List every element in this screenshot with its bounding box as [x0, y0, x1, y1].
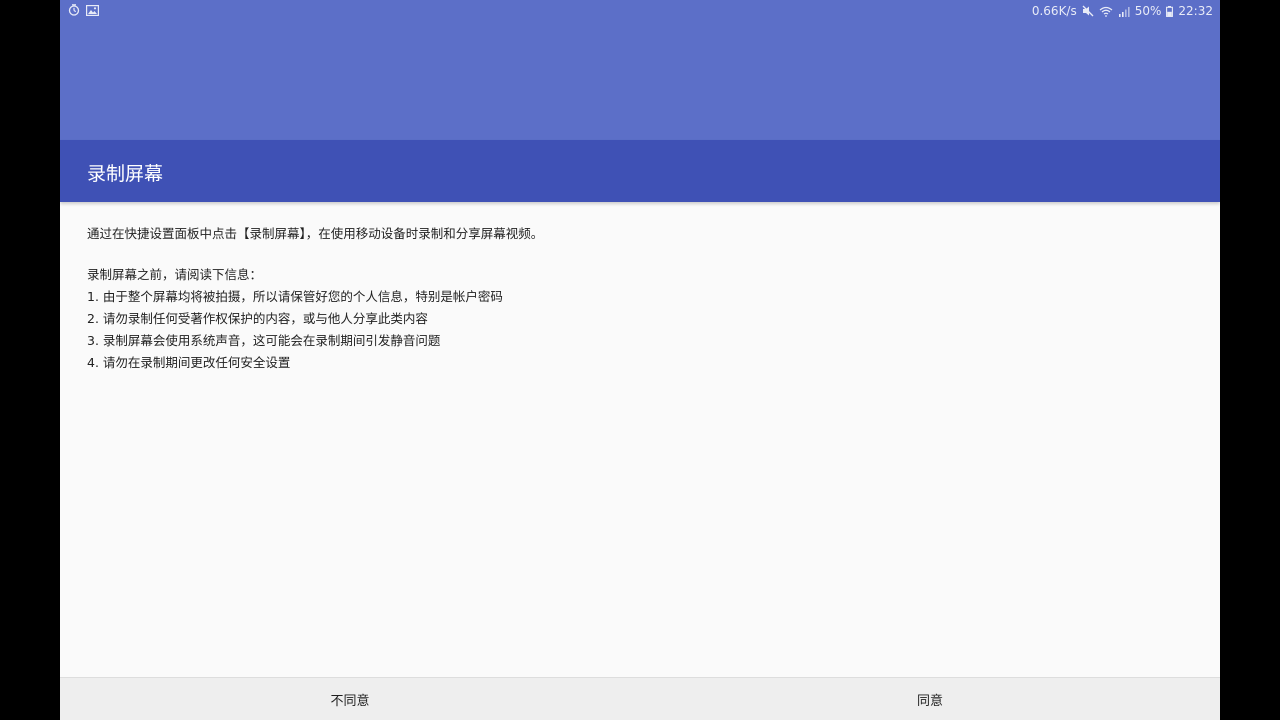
clock: 22:32	[1178, 4, 1213, 18]
battery-percent: 50%	[1134, 4, 1162, 18]
status-bar: 0.66K/s 50% 22:32	[60, 0, 1220, 24]
screen: 0.66K/s 50% 22:32 录制屏幕 通过在快捷设置面板中点击【录制屏幕…	[60, 0, 1220, 720]
page-title: 录制屏幕	[87, 163, 164, 185]
content: 通过在快捷设置面板中点击【录制屏幕】，在使用移动设备时录制和分享屏幕视频。 录制…	[87, 224, 1187, 374]
signal-icon	[1118, 6, 1130, 17]
status-bar-left	[68, 4, 99, 16]
network-speed: 0.66K/s	[1031, 4, 1077, 18]
notice-heading: 录制屏幕之前，请阅读下信息：	[87, 267, 263, 282]
agree-button[interactable]: 同意	[640, 678, 1220, 720]
status-area: 0.66K/s 50% 22:32	[60, 0, 1220, 140]
notice-item: 3. 录制屏幕会使用系统声音，这可能会在录制期间引发静音问题	[87, 333, 441, 348]
mute-icon	[1082, 5, 1094, 17]
wifi-icon	[1099, 6, 1113, 17]
app-bar: 录制屏幕	[60, 140, 1220, 202]
alarm-icon	[68, 4, 80, 16]
notice-item: 2. 请勿录制任何受著作权保护的内容，或与他人分享此类内容	[87, 311, 428, 326]
status-bar-right: 0.66K/s 50% 22:32	[1032, 4, 1213, 18]
battery-icon	[1166, 5, 1174, 17]
intro-text: 通过在快捷设置面板中点击【录制屏幕】，在使用移动设备时录制和分享屏幕视频。	[87, 226, 544, 241]
image-icon	[86, 4, 99, 16]
disagree-button[interactable]: 不同意	[60, 678, 640, 720]
notice-item: 1. 由于整个屏幕均将被拍摄，所以请保管好您的个人信息，特别是帐户密码	[87, 289, 503, 304]
notice-item: 4. 请勿在录制期间更改任何安全设置	[87, 355, 291, 370]
bottom-button-bar: 不同意 同意	[60, 677, 1220, 720]
